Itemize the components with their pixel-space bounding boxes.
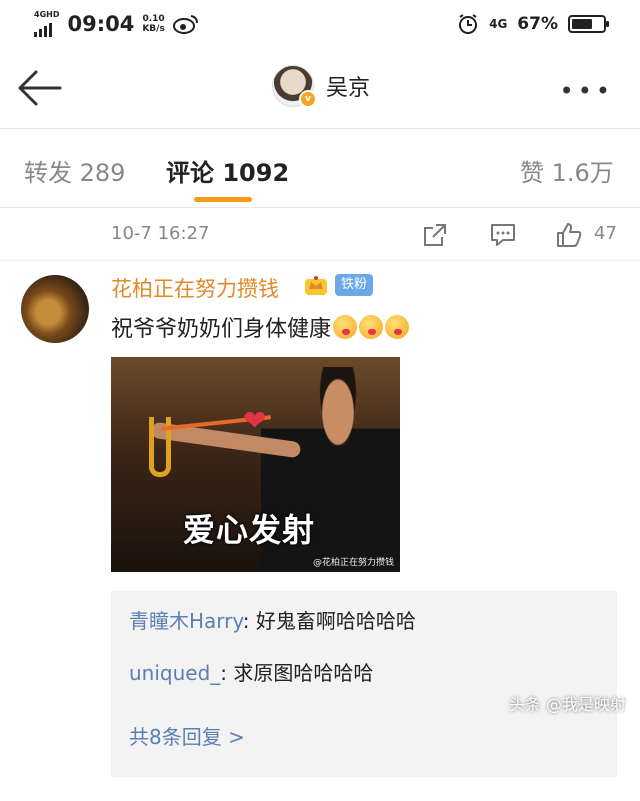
tab-repost[interactable]: 转发 289 [24,153,125,188]
reply-line: uniqued_: 求原图哈哈哈哈 [129,657,373,686]
nav-title-group[interactable]: v 吴京 [272,65,371,108]
comment-icon[interactable] [489,222,517,248]
nav-bar: v 吴京 ••• [0,48,640,129]
image-watermark: @花柏正在努力攒钱 [312,558,394,568]
battery-percent: 67% [517,14,558,34]
kiss-emoji-icon [385,315,410,339]
comment-text-row: 祝爷爷奶奶们身体健康 [111,311,410,343]
commenter-name[interactable]: 花柏正在努力攒钱 [111,273,279,303]
network-type-right: 4G [489,17,508,31]
commenter-avatar[interactable] [21,275,89,343]
avatar[interactable]: v [272,65,317,108]
footer-watermark: 头条 @我是映射 [508,695,626,714]
reply-user[interactable]: 青瞳木Harry [129,609,243,633]
like-icon[interactable] [555,222,583,248]
signal-icon: 4GHD [34,11,59,37]
reply-text: : 求原图哈哈哈哈 [220,661,374,685]
status-time: 09:04 [67,12,135,36]
heart-icon: ❤ [243,404,267,437]
battery-icon [568,15,609,33]
post-meta: 10-7 16:27 47 [0,208,640,261]
more-options-icon[interactable]: ••• [560,77,614,105]
tab-likes[interactable]: 赞 1.6万 [520,153,614,188]
reply-user[interactable]: uniqued_ [129,661,220,685]
tab-comments[interactable]: 评论 1092 [166,153,289,188]
reply-text: : 好鬼畜啊哈哈哈哈 [242,609,416,633]
view-all-replies-link[interactable]: 共8条回复 > [129,721,245,750]
comment-item: 花柏正在努力攒钱 铁粉 祝爷爷奶奶们身体健康 ❤ 爱心发射 @花柏正在努力攒钱 … [0,261,640,801]
replies-box[interactable]: 青瞳木Harry: 好鬼畜啊哈哈哈哈 uniqued_: 求原图哈哈哈哈 共8条… [111,591,617,777]
reply-line: 青瞳木Harry: 好鬼畜啊哈哈哈哈 [129,605,416,634]
alarm-icon [459,14,478,34]
post-time: 10-7 16:27 [111,223,210,244]
back-arrow-icon[interactable] [16,68,62,108]
network-type: 4GHD [34,10,60,19]
comment-image[interactable]: ❤ 爱心发射 @花柏正在努力攒钱 [111,357,400,572]
verified-badge-icon: v [299,90,317,108]
crown-badge-icon [305,276,327,295]
comment-text: 祝爷爷奶奶们身体健康 [111,317,332,342]
like-count: 47 [594,223,617,244]
image-caption: 爱心发射 [183,511,316,549]
status-bar: 4GHD 09:04 0.10 KB/s 4G 67% [0,0,640,48]
tab-bar: 转发 289 评论 1092 赞 1.6万 [0,129,640,208]
kiss-emoji-icon [359,315,384,339]
page-title: 吴京 [326,76,371,101]
active-tab-indicator [194,197,252,202]
kiss-emoji-icon [333,315,358,339]
network-speed: 0.10 KB/s [142,14,165,34]
share-icon[interactable] [422,222,448,248]
fan-badge: 铁粉 [335,274,374,296]
weibo-icon [172,15,198,34]
